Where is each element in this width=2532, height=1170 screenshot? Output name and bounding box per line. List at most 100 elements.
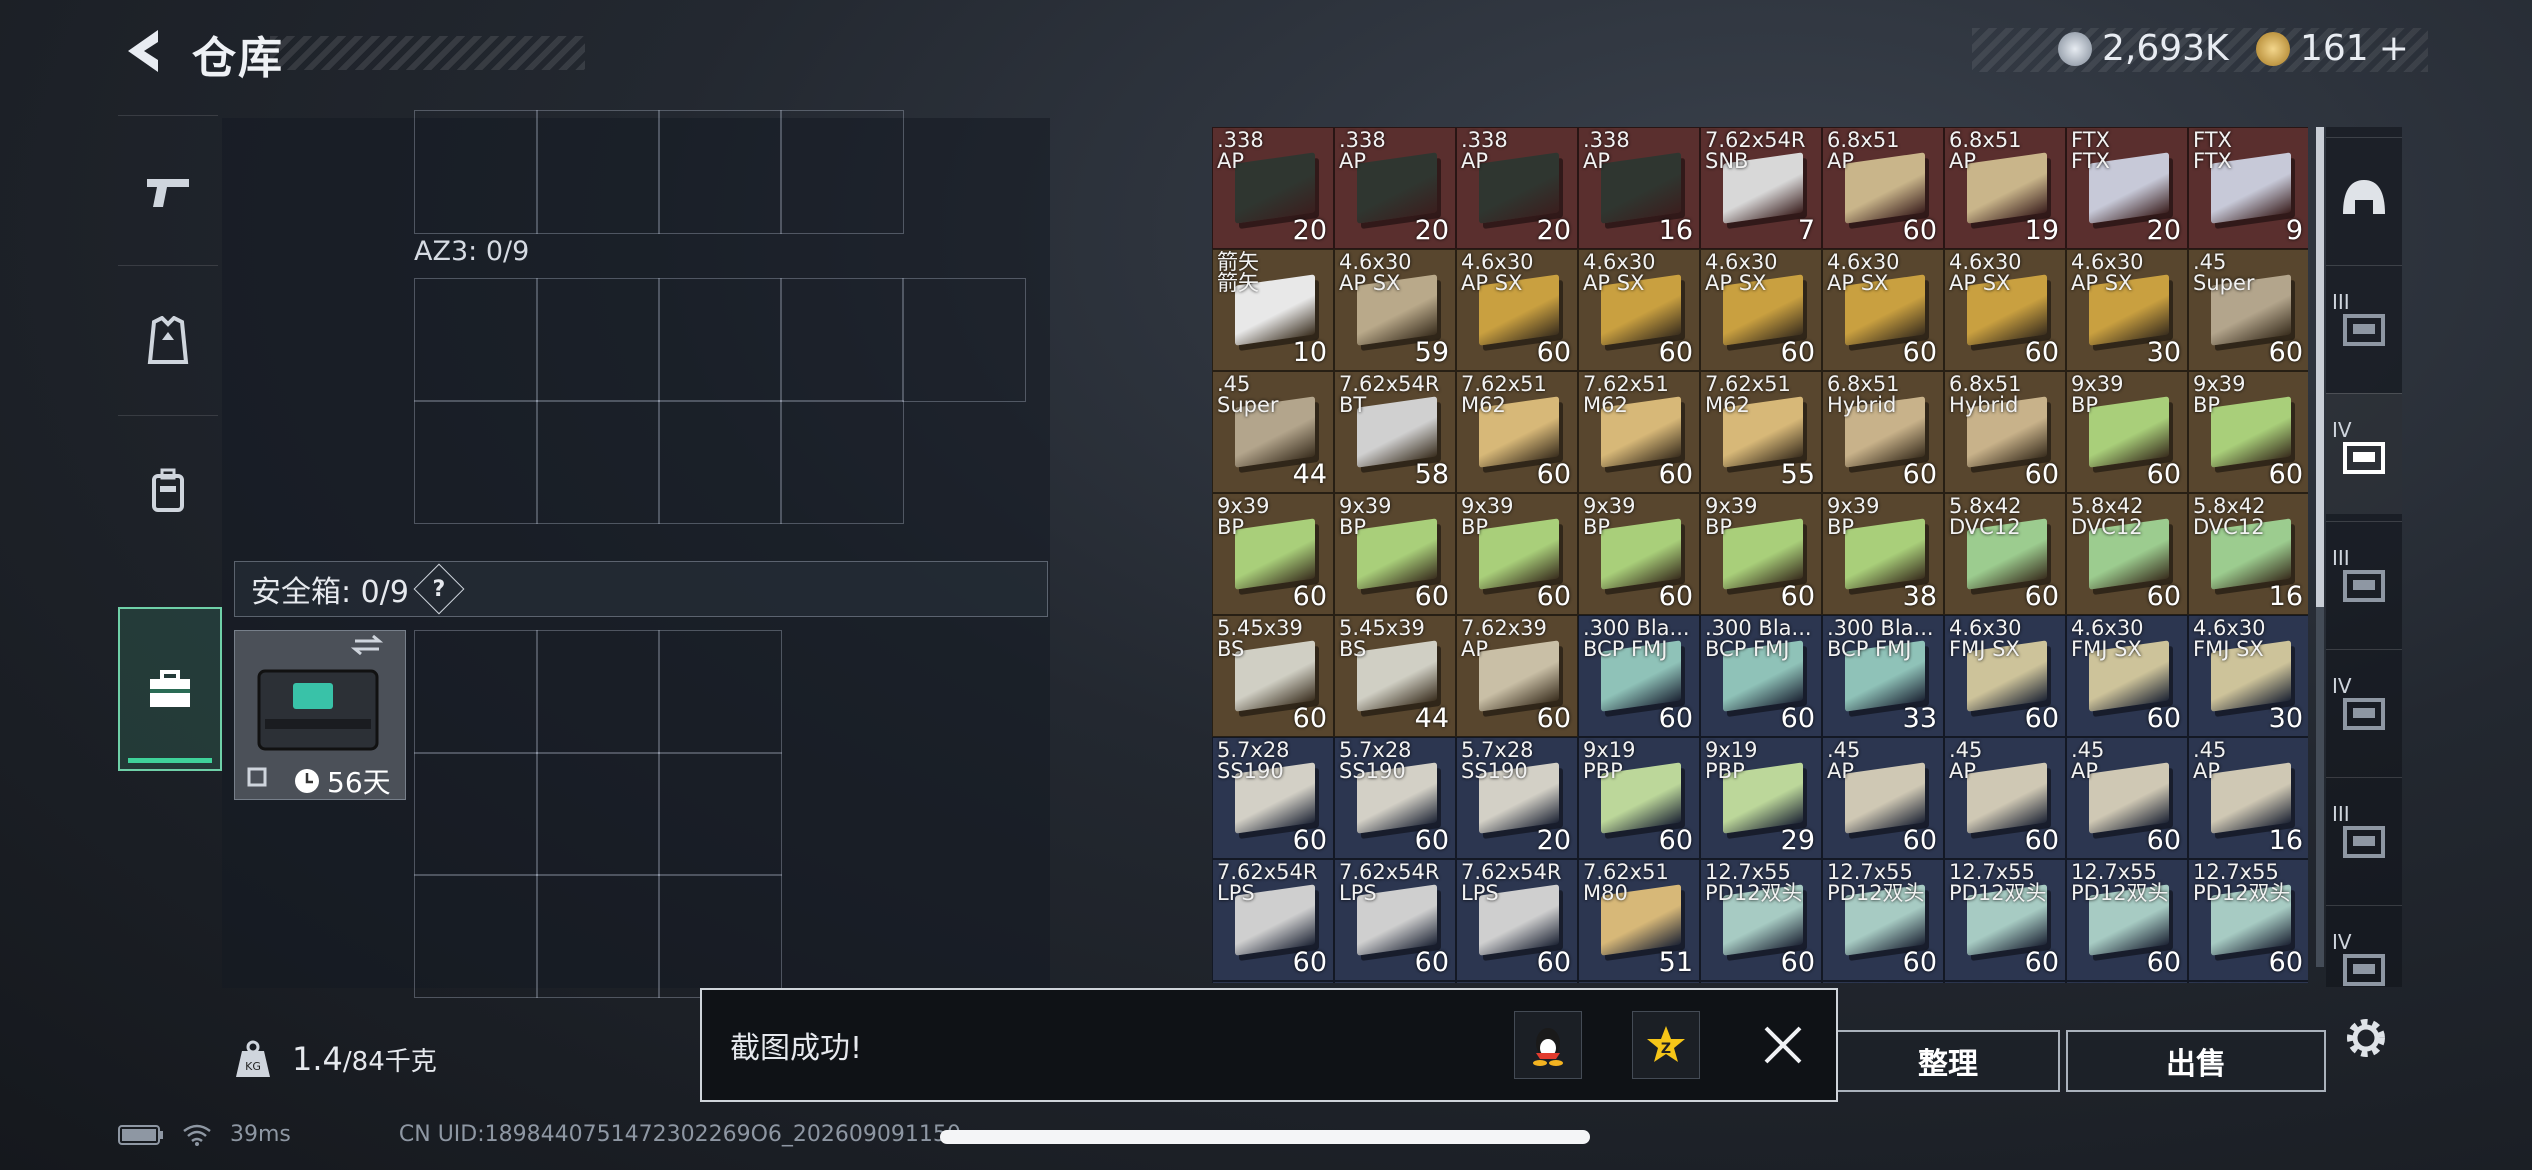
equip-slot-helmet[interactable] xyxy=(2326,137,2402,258)
inventory-item[interactable]: 5.7x28 SS190 60 xyxy=(1334,737,1456,859)
inventory-item[interactable]: .45 AP 60 xyxy=(1822,737,1944,859)
inventory-item[interactable]: 4.6x30 AP SX 60 xyxy=(1822,249,1944,371)
inventory-item[interactable]: 4.6x30 AP SX 30 xyxy=(2066,249,2188,371)
empty-slot[interactable] xyxy=(536,752,660,876)
empty-slot[interactable] xyxy=(780,110,904,234)
rail-weapon-tab[interactable] xyxy=(118,115,218,266)
inventory-item[interactable]: FTX FTX 9 xyxy=(2188,127,2308,249)
inventory-item[interactable]: 7.62x51 M62 60 xyxy=(1578,371,1700,493)
sell-button[interactable]: 出售 xyxy=(2066,1030,2326,1092)
empty-slot[interactable] xyxy=(658,110,782,234)
inventory-item[interactable]: 7.62x54R LPS 60 xyxy=(1334,859,1456,981)
inventory-item[interactable]: 7.62x51 M80 51 xyxy=(1578,859,1700,981)
inventory-item[interactable]: 7.62x54R BT 58 xyxy=(1334,371,1456,493)
inventory-item[interactable]: 9x39 BP 38 xyxy=(1822,493,1944,615)
inventory-item[interactable]: .338 AP 16 xyxy=(1578,127,1700,249)
inventory-item[interactable]: 9x19 PBP 29 xyxy=(1700,737,1822,859)
toast-close-button[interactable] xyxy=(1750,1012,1816,1078)
inventory-item[interactable]: 5.8x42 DVC12 60 xyxy=(2066,493,2188,615)
inventory-item[interactable]: 5.8x42 DVC12 60 xyxy=(1944,493,2066,615)
inventory-item[interactable]: 9x39 BP 60 xyxy=(1700,493,1822,615)
inventory-item[interactable]: 12.7x55 PD12双头 60 xyxy=(2066,859,2188,981)
sort-button[interactable]: 整理 xyxy=(1836,1030,2060,1092)
inventory-item[interactable]: .338 AP 20 xyxy=(1334,127,1456,249)
inventory-item[interactable]: 7.62x39 xyxy=(1944,981,2066,983)
empty-slot[interactable] xyxy=(780,400,904,524)
rail-vest-tab[interactable] xyxy=(118,265,218,416)
inventory-item[interactable]: 4.6x30 AP SX 60 xyxy=(1456,249,1578,371)
rail-backpack-tab[interactable] xyxy=(118,415,218,566)
inventory-item[interactable] xyxy=(1334,981,1456,983)
inventory-item[interactable]: 5.56x45 xyxy=(2066,981,2188,983)
empty-slot[interactable] xyxy=(414,630,538,754)
inventory-item[interactable]: 6.8x51 AP 60 xyxy=(1822,127,1944,249)
inventory-item[interactable]: 4.6x30 AP SX 60 xyxy=(1944,249,2066,371)
inventory-item[interactable]: 6.8x51 Hybrid 60 xyxy=(1944,371,2066,493)
inventory-item[interactable]: 7.62x54R LPS 60 xyxy=(1456,859,1578,981)
empty-slot[interactable] xyxy=(536,110,660,234)
inventory-item[interactable]: 7.62x54R SNB 7 xyxy=(1700,127,1822,249)
equip-slot-armor-iii-c[interactable]: III xyxy=(2326,777,2402,898)
rail-toolbox-tab[interactable] xyxy=(118,607,222,771)
inventory-item[interactable]: 4.6x30 FMJ SX 60 xyxy=(2066,615,2188,737)
inventory-item[interactable]: .338 AP 20 xyxy=(1212,127,1334,249)
inventory-item[interactable]: 7.62x51 M62 55 xyxy=(1700,371,1822,493)
inventory-item[interactable]: 5.7x28 SS190 60 xyxy=(1212,737,1334,859)
share-qq-button[interactable] xyxy=(1514,1011,1582,1079)
inventory-item[interactable]: .300 Bla... BCP FMJ 60 xyxy=(1578,615,1700,737)
inventory-item[interactable]: 5.8x42 DVC12 16 xyxy=(2188,493,2308,615)
inventory-item[interactable]: .45 AP 16 xyxy=(2188,737,2308,859)
equip-slot-armor-iii-b[interactable]: III xyxy=(2326,521,2402,642)
inventory-item[interactable]: 9x19 PBP 60 xyxy=(1578,737,1700,859)
empty-slot[interactable] xyxy=(536,630,660,754)
inventory-item[interactable] xyxy=(1700,981,1822,983)
empty-slot[interactable] xyxy=(658,752,782,876)
empty-slot[interactable] xyxy=(536,400,660,524)
equip-slot-rig-iv[interactable]: IV xyxy=(2326,393,2402,514)
inventory-item[interactable]: 6.8x51 AP 19 xyxy=(1944,127,2066,249)
inventory-item[interactable]: 9x39 BP 60 xyxy=(1456,493,1578,615)
inventory-item[interactable]: .338 AP 20 xyxy=(1456,127,1578,249)
empty-slot[interactable] xyxy=(658,400,782,524)
inventory-item[interactable]: 4.6x30 AP SX 60 xyxy=(1578,249,1700,371)
inventory-item[interactable]: .300 Bla... BCP FMJ 60 xyxy=(1700,615,1822,737)
inventory-item[interactable]: 4.6x30 AP SX 60 xyxy=(1700,249,1822,371)
inventory-item[interactable]: 12.7x55 PD12双头 60 xyxy=(2188,859,2308,981)
inventory-item[interactable]: 4.6x30 AP SX 59 xyxy=(1334,249,1456,371)
empty-slot[interactable] xyxy=(414,874,538,998)
inventory-scrollbar[interactable] xyxy=(2316,127,2324,967)
equip-slot-med-iv[interactable]: IV xyxy=(2326,649,2402,770)
inventory-item[interactable]: .300 Bla... BCP FMJ 33 xyxy=(1822,615,1944,737)
inventory-item[interactable] xyxy=(1212,981,1334,983)
inventory-item[interactable]: .45 AP 60 xyxy=(2066,737,2188,859)
inventory-item[interactable]: 6.8x51 Hybrid 60 xyxy=(1822,371,1944,493)
empty-slot[interactable] xyxy=(414,400,538,524)
gold-currency[interactable]: 161 + xyxy=(2256,28,2409,69)
inventory-item[interactable]: .45 Super 44 xyxy=(1212,371,1334,493)
inventory-item[interactable]: 4.6x30 FMJ SX 60 xyxy=(1944,615,2066,737)
empty-slot[interactable] xyxy=(414,752,538,876)
settings-button[interactable] xyxy=(2340,1012,2392,1068)
empty-slot[interactable] xyxy=(414,278,538,402)
inventory-item[interactable]: 12.7x55 PD12双头 60 xyxy=(1822,859,1944,981)
inventory-item[interactable]: 9x39 BP 60 xyxy=(1578,493,1700,615)
empty-slot[interactable] xyxy=(536,278,660,402)
inventory-item[interactable]: FTX FTX 20 xyxy=(2066,127,2188,249)
inventory-item[interactable]: 5.45x39 BS 44 xyxy=(1334,615,1456,737)
empty-slot[interactable] xyxy=(658,630,782,754)
inventory-item[interactable]: 9x39 BP 60 xyxy=(1212,493,1334,615)
share-qzone-button[interactable]: Z xyxy=(1632,1011,1700,1079)
empty-slot[interactable] xyxy=(902,278,1026,402)
inventory-item[interactable]: 9x39 BP 60 xyxy=(1334,493,1456,615)
inventory-item[interactable]: 箭矢 箭矢 10 xyxy=(1212,249,1334,371)
inventory-item[interactable]: .45 AP 60 xyxy=(1944,737,2066,859)
inventory-item[interactable]: 9x39 BP 60 xyxy=(2066,371,2188,493)
inventory-item[interactable]: 7.62x54R LPS 60 xyxy=(1212,859,1334,981)
safe-box-item[interactable]: 56天 xyxy=(234,630,406,800)
empty-slot[interactable] xyxy=(658,874,782,998)
scrollbar-thumb[interactable] xyxy=(2316,127,2324,607)
empty-slot[interactable] xyxy=(658,278,782,402)
home-indicator[interactable] xyxy=(940,1130,1590,1144)
back-button[interactable] xyxy=(118,24,168,78)
inventory-item[interactable] xyxy=(1578,981,1700,983)
